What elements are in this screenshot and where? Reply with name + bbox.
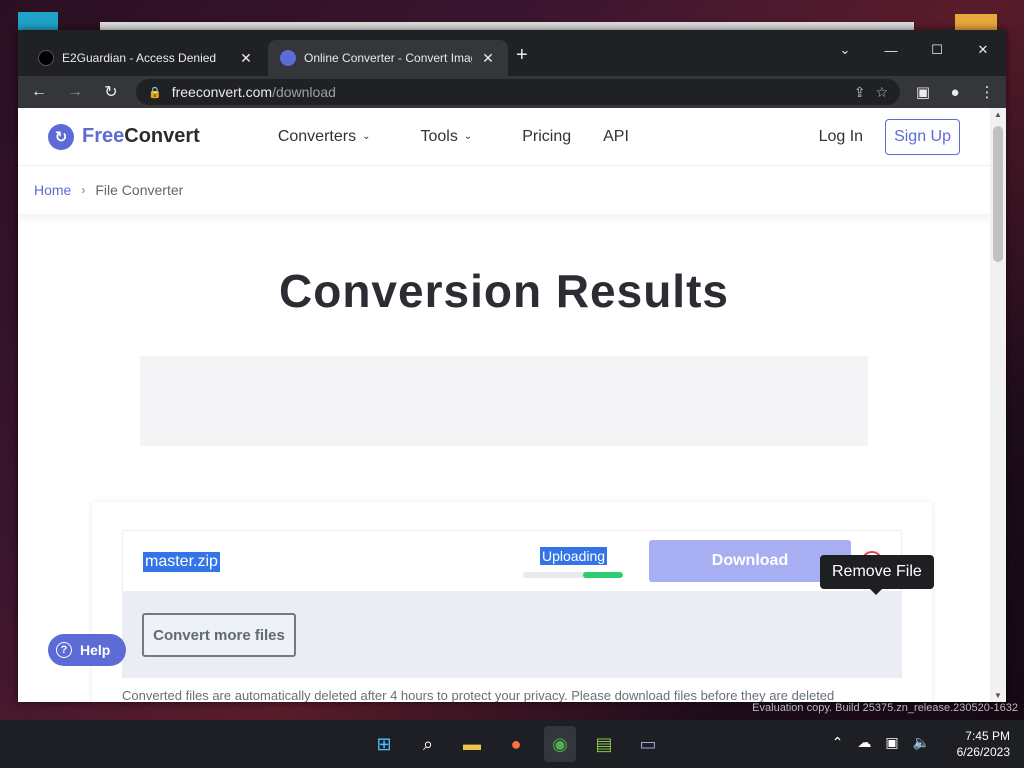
desktop-icon-left[interactable] (18, 12, 58, 32)
chevron-down-icon: ⌄ (463, 131, 473, 142)
file-explorer-icon[interactable]: ▬ (456, 726, 488, 762)
profile-icon[interactable]: ● (946, 84, 964, 101)
upload-status: Uploading (540, 547, 608, 565)
chevron-down-icon: ⌄ (362, 131, 371, 142)
clock-time: 7:45 PM (965, 729, 1010, 743)
nav-converters[interactable]: Converters ⌄ (278, 128, 371, 146)
network-icon[interactable]: ▣ (885, 734, 898, 751)
convert-more-button[interactable]: Convert more files (142, 613, 296, 657)
ad-placeholder (140, 356, 868, 446)
window-controls: ⌄ — ☐ ✕ (822, 36, 1006, 64)
file-row: master.zip Uploading Download ✕ ☝ (122, 530, 906, 592)
logo-refresh-icon: ↻ (48, 123, 74, 150)
app-window-icon[interactable]: ▭ (632, 726, 664, 762)
side-panel-icon[interactable]: ▣ (914, 83, 932, 101)
url-domain: freeconvert.com (171, 84, 273, 100)
tab-search-chevron-icon[interactable]: ⌄ (822, 36, 868, 64)
lock-icon[interactable]: 🔒 (148, 86, 162, 99)
main-nav: Converters ⌄ Tools ⌄ Pricing API (278, 128, 629, 146)
freeconvert-logo[interactable]: ↻ FreeConvert (48, 123, 200, 150)
login-link[interactable]: Log In (819, 128, 863, 146)
windows-start-icon[interactable]: ⊞ (368, 726, 400, 762)
nav-tools[interactable]: Tools ⌄ (420, 128, 472, 146)
close-window-icon[interactable]: ✕ (960, 36, 1006, 64)
tab-title: E2Guardian - Access Denied (62, 51, 217, 65)
nav-api[interactable]: API (603, 128, 629, 146)
url-path: /download (272, 84, 336, 100)
auth-links: Log In Sign Up (819, 118, 960, 155)
tab-bar: E2Guardian - Access Denied ✕ Online Conv… (18, 30, 1006, 76)
new-tab-icon[interactable]: + (516, 44, 528, 67)
help-button[interactable]: ? Help (48, 634, 126, 666)
bookmark-star-icon[interactable]: ☆ (875, 84, 888, 101)
page-scrollbar[interactable]: ▲ ▼ (990, 108, 1006, 702)
address-bar[interactable]: 🔒 freeconvert.com/download ⇪ ☆ (136, 79, 900, 105)
desktop-window-edge (100, 22, 914, 30)
tab-e2guardian[interactable]: E2Guardian - Access Denied ✕ (26, 40, 266, 76)
scroll-thumb[interactable] (993, 126, 1003, 262)
section-divider (18, 214, 990, 224)
tab-close-icon[interactable]: ✕ (238, 50, 254, 67)
clock-date: 6/26/2023 (956, 745, 1010, 759)
chevron-up-icon[interactable]: ⌃ (832, 734, 844, 751)
reload-icon[interactable]: ↻ (100, 82, 122, 102)
remove-file-tooltip: Remove File (820, 555, 934, 595)
back-icon[interactable]: ← (28, 83, 50, 101)
freeconvert-favicon-icon (280, 50, 296, 66)
menu-kebab-icon[interactable]: ⋮ (978, 83, 996, 101)
cloud-off-icon[interactable]: ☁ (857, 734, 871, 751)
taskbar-apps: ⊞ ⌕ ▬ ● ◉ ▤ ▭ (368, 726, 664, 762)
page-viewport: ↻ FreeConvert Converters ⌄ Tools ⌄ Pricing… (18, 108, 990, 702)
tab-title: Online Converter - Convert Imag (304, 51, 472, 65)
breadcrumb: Home › File Converter (18, 166, 990, 214)
maximize-icon[interactable]: ☐ (914, 36, 960, 64)
volume-icon[interactable]: 🔈 (913, 734, 930, 751)
nav-pricing[interactable]: Pricing (522, 128, 571, 146)
scroll-up-icon[interactable]: ▲ (990, 110, 1006, 119)
file-name: master.zip (143, 552, 220, 572)
results-card: master.zip Uploading Download ✕ ☝ Conver… (92, 502, 932, 702)
convert-more-area: Convert more files (122, 592, 902, 678)
upload-progress-bar (523, 572, 623, 578)
breadcrumb-current: File Converter (95, 182, 184, 198)
search-icon[interactable]: ⌕ (412, 726, 444, 762)
scroll-down-icon[interactable]: ▼ (990, 691, 1006, 700)
share-icon[interactable]: ⇪ (854, 84, 866, 101)
tab-freeconvert[interactable]: Online Converter - Convert Imag ✕ (268, 40, 508, 76)
privacy-note: Converted files are automatically delete… (122, 688, 835, 702)
question-icon: ? (56, 642, 72, 658)
chevron-right-icon: › (81, 183, 86, 197)
tab-close-icon[interactable]: ✕ (480, 50, 496, 67)
signup-button[interactable]: Sign Up (885, 118, 960, 155)
chrome-icon[interactable]: ◉ (544, 726, 576, 762)
forward-icon[interactable]: → (64, 83, 86, 101)
page-title: Conversion Results (279, 265, 729, 317)
taskbar-clock[interactable]: 7:45 PM 6/26/2023 (957, 728, 1010, 760)
site-header: ↻ FreeConvert Converters ⌄ Tools ⌄ Pricing… (18, 108, 990, 166)
breadcrumb-home[interactable]: Home (34, 182, 71, 198)
firefox-icon[interactable]: ● (500, 726, 532, 762)
system-tray: ⌃ ☁ ▣ 🔈 (832, 734, 930, 751)
notepad-icon[interactable]: ▤ (588, 726, 620, 762)
browser-window: E2Guardian - Access Denied ✕ Online Conv… (18, 30, 1006, 702)
globe-icon (38, 50, 54, 66)
taskbar: ⊞ ⌕ ▬ ● ◉ ▤ ▭ ⌃ ☁ ▣ 🔈 7:45 PM 6/26/2023 (0, 720, 1024, 768)
os-watermark: Evaluation copy. Build 25375.zn_release.… (752, 702, 1018, 714)
browser-toolbar: ← → ↻ 🔒 freeconvert.com/download ⇪ ☆ ▣ ●… (18, 76, 1006, 108)
upload-progress-fill (583, 572, 623, 578)
minimize-icon[interactable]: — (868, 36, 914, 64)
